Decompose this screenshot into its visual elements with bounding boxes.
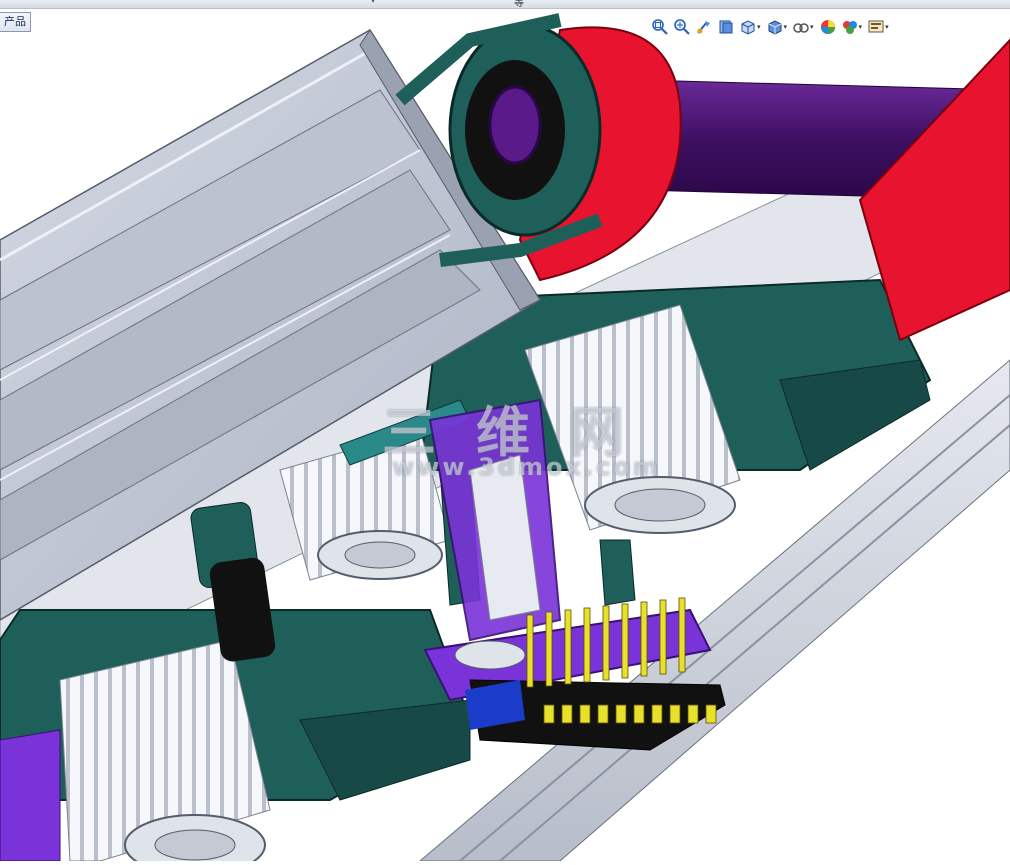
view-settings-icon[interactable] — [866, 17, 886, 37]
model-viewport[interactable] — [0, 0, 1010, 865]
display-style-dropdown[interactable]: ▾ — [784, 23, 788, 31]
section-view-icon[interactable] — [716, 17, 736, 37]
edit-appearance-icon[interactable] — [818, 17, 838, 37]
previous-view-icon[interactable] — [694, 17, 714, 37]
zoom-to-fit-icon[interactable] — [650, 17, 670, 37]
display-style-icon[interactable] — [765, 17, 785, 37]
hide-show-dropdown[interactable]: ▾ — [810, 23, 814, 31]
heads-up-view-toolbar: ▾ ▾ ▾ ▾ ▾ — [650, 16, 891, 38]
view-orientation-icon[interactable] — [738, 17, 758, 37]
apply-scene-dropdown[interactable]: ▾ — [859, 23, 863, 31]
apply-scene-icon[interactable] — [840, 17, 860, 37]
zoom-to-area-icon[interactable] — [672, 17, 692, 37]
view-orientation-dropdown[interactable]: ▾ — [757, 23, 761, 31]
hide-show-items-icon[interactable] — [791, 17, 811, 37]
view-settings-dropdown[interactable]: ▾ — [885, 23, 889, 31]
top-fragment-text: 等 — [514, 0, 524, 9]
top-dropdown-arrow[interactable]: ▾ — [371, 0, 375, 5]
top-window-strip: ▾ 等 — [0, 0, 1010, 9]
feature-manager-tab[interactable]: 产品 — [0, 12, 31, 32]
